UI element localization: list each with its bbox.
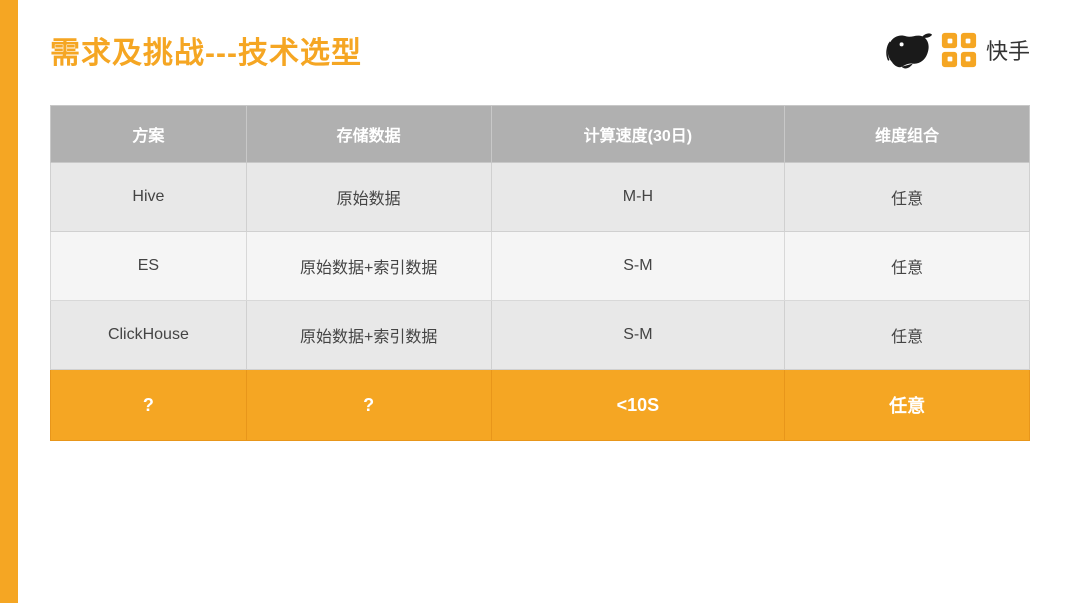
cell-solution-1: ES <box>51 232 247 301</box>
comparison-table: 方案 存储数据 计算速度(30日) 维度组合 Hive 原始数据 M-H 任意 … <box>50 105 1030 441</box>
kuaishou-logo-icon <box>940 31 978 69</box>
cell-speed-1: S-M <box>491 232 785 301</box>
cell-dim-1: 任意 <box>785 232 1030 301</box>
cell-storage-3: ? <box>246 370 491 441</box>
cell-solution-3: ? <box>51 370 247 441</box>
cell-dim-2: 任意 <box>785 301 1030 370</box>
table-row: Hive 原始数据 M-H 任意 <box>51 163 1030 232</box>
cell-speed-3: <10S <box>491 370 785 441</box>
cell-dim-3: 任意 <box>785 370 1030 441</box>
cell-storage-1: 原始数据+索引数据 <box>246 232 491 301</box>
cell-storage-0: 原始数据 <box>246 163 491 232</box>
slide: 需求及挑战---技术选型 快手 <box>0 0 1080 603</box>
cell-speed-2: S-M <box>491 301 785 370</box>
cell-solution-2: ClickHouse <box>51 301 247 370</box>
table-row-highlight: ? ? <10S 任意 <box>51 370 1030 441</box>
left-accent-bar <box>0 0 18 603</box>
col-header-storage: 存储数据 <box>246 106 491 163</box>
logo-area: 快手 <box>884 30 1030 70</box>
orca-logo-icon <box>884 30 932 70</box>
kuaishou-text: 快手 <box>986 34 1030 66</box>
col-header-solution: 方案 <box>51 106 247 163</box>
cell-solution-0: Hive <box>51 163 247 232</box>
page-title: 需求及挑战---技术选型 <box>50 28 362 72</box>
cell-speed-0: M-H <box>491 163 785 232</box>
comparison-table-container: 方案 存储数据 计算速度(30日) 维度组合 Hive 原始数据 M-H 任意 … <box>50 105 1030 543</box>
table-header-row: 方案 存储数据 计算速度(30日) 维度组合 <box>51 106 1030 163</box>
table-row: ClickHouse 原始数据+索引数据 S-M 任意 <box>51 301 1030 370</box>
cell-storage-2: 原始数据+索引数据 <box>246 301 491 370</box>
header: 需求及挑战---技术选型 快手 <box>50 28 1030 72</box>
cell-dim-0: 任意 <box>785 163 1030 232</box>
table-row: ES 原始数据+索引数据 S-M 任意 <box>51 232 1030 301</box>
col-header-dim: 维度组合 <box>785 106 1030 163</box>
col-header-speed: 计算速度(30日) <box>491 106 785 163</box>
